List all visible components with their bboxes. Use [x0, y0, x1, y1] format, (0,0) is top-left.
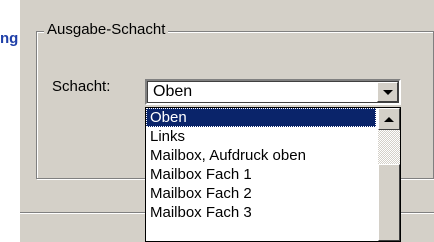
scroll-up-arrow-icon [384, 117, 394, 122]
truncated-heading: ng [0, 30, 19, 47]
scroll-up-button[interactable] [378, 108, 400, 130]
chevron-down-icon [383, 90, 393, 95]
tray-dropdown-list[interactable]: Oben Links Mailbox, Aufdruck oben Mailbo… [145, 107, 401, 242]
option-item[interactable]: Mailbox Fach 2 [146, 184, 376, 203]
option-item[interactable]: Mailbox Fach 1 [146, 165, 376, 184]
groupbox-title: Ausgabe-Schacht [44, 21, 169, 38]
tray-select-value: Oben [153, 83, 193, 100]
scroll-thumb[interactable] [378, 164, 400, 241]
option-item[interactable]: Oben [146, 108, 376, 127]
tray-label: Schacht: [52, 78, 111, 95]
option-list: Oben Links Mailbox, Aufdruck oben Mailbo… [146, 108, 376, 222]
option-item[interactable]: Links [146, 127, 376, 146]
option-item[interactable]: Mailbox, Aufdruck oben [146, 146, 376, 165]
option-item[interactable]: Mailbox Fach 3 [146, 203, 376, 222]
tray-select[interactable]: Oben [145, 79, 401, 105]
dropdown-button[interactable] [377, 82, 398, 102]
list-scrollbar[interactable] [378, 108, 400, 241]
